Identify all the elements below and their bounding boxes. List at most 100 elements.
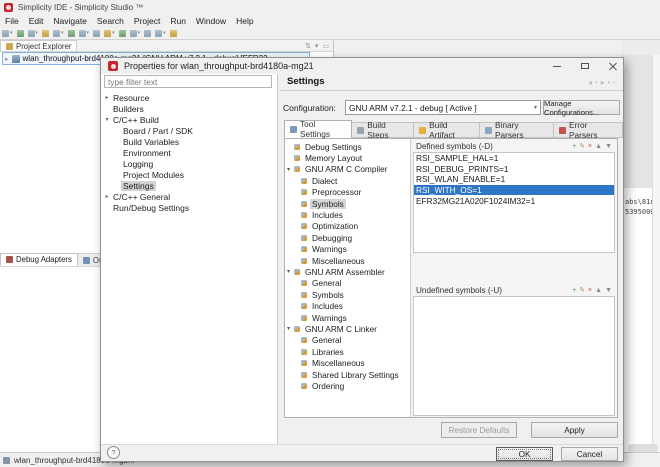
tool-tree-symbols[interactable]: Symbols bbox=[285, 289, 410, 300]
cancel-button[interactable]: Cancel bbox=[561, 447, 618, 461]
tool-tree-shared-library-settings[interactable]: Shared Library Settings bbox=[285, 369, 410, 380]
tool-tree-memory-layout[interactable]: Memory Layout bbox=[285, 152, 410, 163]
edit-icon[interactable]: ✎ bbox=[579, 287, 585, 294]
tab-build-artifact[interactable]: Build Artifact bbox=[414, 122, 480, 138]
defined-symbol-item[interactable]: RSI_DEBUG_PRINTS=1 bbox=[414, 164, 614, 175]
toolbar-icon[interactable] bbox=[144, 30, 151, 37]
dialog-nav-build-variables[interactable]: Build Variables bbox=[101, 136, 276, 147]
edit-icon[interactable]: ✎ bbox=[579, 143, 585, 150]
view-menu-icon[interactable]: ▾ bbox=[315, 42, 319, 50]
tool-tree-dialect[interactable]: Dialect bbox=[285, 175, 410, 186]
tool-tree-miscellaneous[interactable]: Miscellaneous bbox=[285, 255, 410, 266]
menu-file[interactable]: File bbox=[0, 16, 24, 26]
toolbar-icon[interactable]: ▾ bbox=[155, 30, 166, 37]
collapse-all-icon[interactable]: ⇅ bbox=[305, 42, 311, 50]
toolbar-icon[interactable] bbox=[17, 30, 24, 37]
tab-build-steps[interactable]: Build Steps bbox=[352, 122, 414, 138]
apply-button[interactable]: Apply bbox=[531, 422, 618, 438]
toolbar-icon[interactable] bbox=[42, 30, 49, 37]
delete-icon[interactable]: × bbox=[588, 143, 592, 150]
tab-debug-adapters[interactable]: Debug Adapters bbox=[0, 253, 78, 266]
toolbar-icon[interactable]: ▾ bbox=[53, 30, 64, 37]
menu-project[interactable]: Project bbox=[129, 16, 165, 26]
tab-binary-parsers[interactable]: Binary Parsers bbox=[480, 122, 554, 138]
tool-tree-symbols[interactable]: Symbols bbox=[285, 198, 410, 209]
tool-tree-libraries[interactable]: Libraries bbox=[285, 346, 410, 357]
defined-symbol-item[interactable]: RSI_SAMPLE_HAL=1 bbox=[414, 153, 614, 164]
back-icon[interactable]: ◂ bbox=[588, 78, 592, 87]
help-icon[interactable]: ? bbox=[107, 446, 120, 459]
editor-scrollbar[interactable] bbox=[652, 55, 660, 452]
tool-tree-miscellaneous[interactable]: Miscellaneous bbox=[285, 357, 410, 368]
dialog-nav-run-debug-settings[interactable]: Run/Debug Settings bbox=[101, 202, 276, 213]
pin-icon[interactable]: ▪ bbox=[613, 80, 615, 86]
dialog-nav-board-part-sdk[interactable]: Board / Part / SDK bbox=[101, 125, 276, 136]
minimize-icon[interactable] bbox=[545, 58, 569, 74]
tool-tree-gnu-arm-c-compiler[interactable]: ▾GNU ARM C Compiler bbox=[285, 164, 410, 175]
toolbar-icon[interactable]: ▾ bbox=[130, 30, 141, 37]
tab-project-explorer[interactable]: Project Explorer bbox=[0, 40, 77, 51]
dialog-button-separator bbox=[101, 444, 623, 445]
main-toolbar: ▾ ▾ ▾ ▾ ▾ ▾ ▾ bbox=[2, 27, 660, 39]
move-down-icon[interactable]: ▼ bbox=[605, 143, 612, 150]
tab-error-parsers[interactable]: Error Parsers bbox=[554, 122, 623, 138]
toolbar-icon[interactable] bbox=[119, 30, 126, 37]
configuration-select[interactable]: GNU ARM v7.2.1 - debug [ Active ] ▾ bbox=[345, 100, 541, 115]
dialog-nav-resource[interactable]: ▸Resource bbox=[101, 92, 276, 103]
tree-expander-icon[interactable]: ▸ bbox=[5, 55, 9, 63]
toolbar-icon[interactable] bbox=[93, 30, 100, 37]
menu-run[interactable]: Run bbox=[165, 16, 191, 26]
tool-tree-gnu-arm-c-linker[interactable]: ▾GNU ARM C Linker bbox=[285, 323, 410, 334]
tool-tree-warnings[interactable]: Warnings bbox=[285, 244, 410, 255]
filter-input[interactable] bbox=[104, 75, 272, 88]
toolbar-icon[interactable]: ▾ bbox=[104, 30, 115, 37]
tool-tree-optimization[interactable]: Optimization bbox=[285, 221, 410, 232]
manage-configurations-button[interactable]: Manage Configurations... bbox=[543, 100, 620, 115]
tool-tree-ordering[interactable]: Ordering bbox=[285, 380, 410, 391]
dialog-nav-c-c-general[interactable]: ▸C/C++ General bbox=[101, 191, 276, 202]
menu-window[interactable]: Window bbox=[191, 16, 231, 26]
defined-symbol-item[interactable]: EFR32MG21A020F1024IM32=1 bbox=[414, 195, 614, 206]
defined-symbol-item[interactable]: RSI_WITH_OS=1 bbox=[414, 185, 614, 196]
tool-tree-preprocessor[interactable]: Preprocessor bbox=[285, 187, 410, 198]
menu-edit[interactable]: Edit bbox=[24, 16, 49, 26]
tool-tree-warnings[interactable]: Warnings bbox=[285, 312, 410, 323]
menu-navigate[interactable]: Navigate bbox=[48, 16, 92, 26]
add-icon[interactable]: + bbox=[572, 143, 576, 150]
menu-help[interactable]: Help bbox=[231, 16, 258, 26]
delete-icon[interactable]: × bbox=[588, 287, 592, 294]
dialog-nav-environment[interactable]: Environment bbox=[101, 147, 276, 158]
tab-tool-settings[interactable]: Tool Settings bbox=[284, 120, 352, 138]
toolbar-icon[interactable] bbox=[170, 30, 177, 37]
forward-caret-icon[interactable]: ▾ bbox=[608, 80, 611, 86]
dialog-nav-logging[interactable]: Logging bbox=[101, 158, 276, 169]
tool-tree-debug-settings[interactable]: Debug Settings bbox=[285, 141, 410, 152]
menu-search[interactable]: Search bbox=[92, 16, 129, 26]
defined-symbol-item[interactable]: RSI_WLAN_ENABLE=1 bbox=[414, 174, 614, 185]
forward-icon[interactable]: ▸ bbox=[601, 78, 605, 87]
restore-defaults-button[interactable]: Restore Defaults bbox=[441, 422, 517, 438]
tool-tree-includes[interactable]: Includes bbox=[285, 300, 410, 311]
dialog-nav-builders[interactable]: Builders bbox=[101, 103, 276, 114]
dialog-nav-settings[interactable]: Settings bbox=[101, 180, 276, 191]
ok-button[interactable]: OK bbox=[496, 447, 553, 461]
tool-tree-gnu-arm-assembler[interactable]: ▾GNU ARM Assembler bbox=[285, 266, 410, 277]
tool-tree-general[interactable]: General bbox=[285, 335, 410, 346]
move-up-icon[interactable]: ▲ bbox=[595, 287, 602, 294]
toolbar-icon[interactable]: ▾ bbox=[28, 30, 39, 37]
close-icon[interactable] bbox=[601, 58, 625, 74]
toolbar-icon[interactable]: ▾ bbox=[2, 30, 13, 37]
dialog-nav-c-c-build[interactable]: ▾C/C++ Build bbox=[101, 114, 276, 125]
toolbar-icon[interactable]: ▾ bbox=[79, 30, 90, 37]
tool-tree-debugging[interactable]: Debugging bbox=[285, 232, 410, 243]
back-caret-icon[interactable]: ▾ bbox=[595, 80, 598, 86]
dialog-nav-project-modules[interactable]: Project Modules bbox=[101, 169, 276, 180]
maximize-icon[interactable] bbox=[573, 58, 597, 74]
tool-tree-includes[interactable]: Includes bbox=[285, 209, 410, 220]
move-down-icon[interactable]: ▼ bbox=[605, 287, 612, 294]
move-up-icon[interactable]: ▲ bbox=[595, 143, 602, 150]
tool-tree-general[interactable]: General bbox=[285, 278, 410, 289]
add-icon[interactable]: + bbox=[572, 287, 576, 294]
minimize-view-icon[interactable]: ▭ bbox=[322, 42, 329, 50]
toolbar-icon[interactable] bbox=[68, 30, 75, 37]
